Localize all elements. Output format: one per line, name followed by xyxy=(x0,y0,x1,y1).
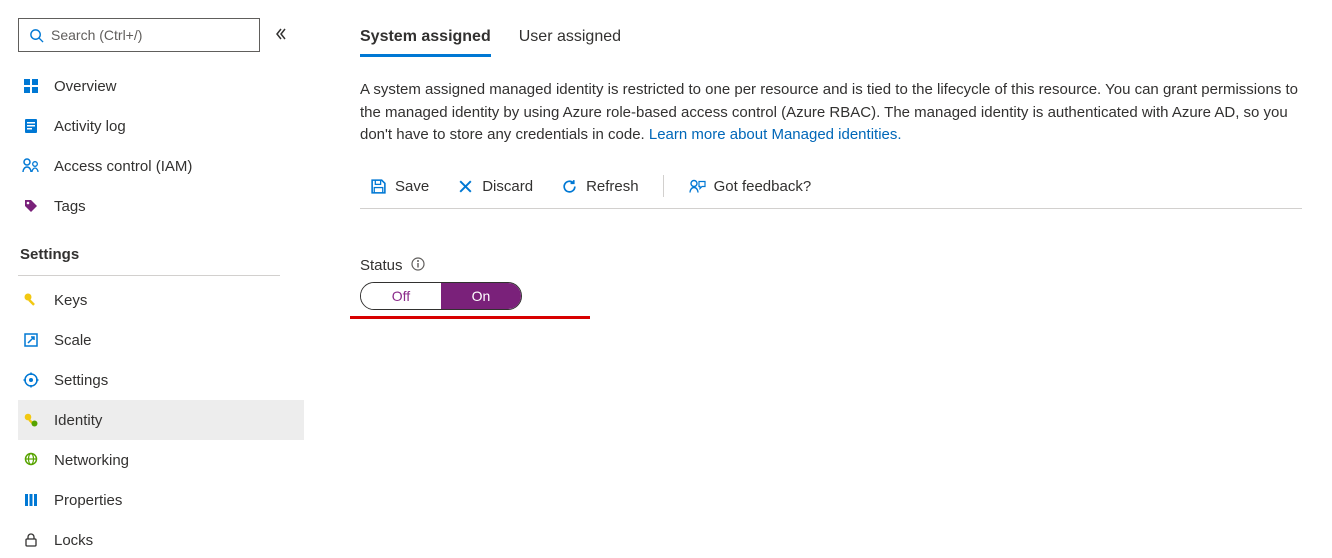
properties-icon xyxy=(22,491,40,509)
nav-list-top: Overview Activity log xyxy=(18,66,304,226)
discard-label: Discard xyxy=(482,178,533,195)
sidebar-top-row xyxy=(18,18,306,52)
feedback-icon xyxy=(688,178,706,195)
activity-log-icon xyxy=(22,117,40,135)
sidebar-item-label: Locks xyxy=(54,532,93,549)
sidebar-item-overview[interactable]: Overview xyxy=(18,66,304,106)
sidebar-item-networking[interactable]: Networking xyxy=(18,440,304,480)
nav-list-settings: Keys Scale xyxy=(18,280,304,558)
search-box[interactable] xyxy=(18,18,260,52)
sidebar-item-label: Scale xyxy=(54,332,92,349)
main-content: System assigned User assigned A system a… xyxy=(306,0,1332,558)
sidebar-item-access-control[interactable]: Access control (IAM) xyxy=(18,146,304,186)
save-icon xyxy=(370,178,387,195)
toolbar-separator xyxy=(663,175,664,197)
status-label-row: Status xyxy=(360,257,1302,274)
collapse-sidebar-button[interactable] xyxy=(274,27,288,44)
overview-icon xyxy=(22,77,40,95)
status-label: Status xyxy=(360,257,403,274)
save-button[interactable]: Save xyxy=(360,172,439,201)
annotation-red-underline xyxy=(350,316,590,319)
sidebar-item-label: Keys xyxy=(54,292,87,309)
toolbar: Save Discard Refresh xyxy=(360,165,1302,209)
sidebar-section-settings: Settings xyxy=(18,226,304,271)
tags-icon xyxy=(22,197,40,215)
scale-icon xyxy=(22,331,40,349)
save-label: Save xyxy=(395,178,429,195)
sidebar-item-label: Overview xyxy=(54,78,117,95)
identity-icon xyxy=(22,411,40,429)
description-text: A system assigned managed identity is re… xyxy=(360,79,1300,147)
tab-user-assigned[interactable]: User assigned xyxy=(519,28,621,57)
sidebar-item-label: Access control (IAM) xyxy=(54,158,192,175)
sidebar-item-scale[interactable]: Scale xyxy=(18,320,304,360)
search-icon xyxy=(27,26,45,44)
gear-icon xyxy=(22,371,40,389)
search-input[interactable] xyxy=(45,27,251,43)
discard-icon xyxy=(457,178,474,195)
sidebar-item-label: Networking xyxy=(54,452,129,469)
sidebar-item-keys[interactable]: Keys xyxy=(18,280,304,320)
sidebar-item-locks[interactable]: Locks xyxy=(18,520,304,558)
info-icon[interactable] xyxy=(411,257,425,274)
discard-button[interactable]: Discard xyxy=(447,172,543,201)
tabs: System assigned User assigned xyxy=(360,28,1302,57)
refresh-icon xyxy=(561,178,578,195)
status-toggle-on[interactable]: On xyxy=(441,283,521,309)
sidebar-item-identity[interactable]: Identity xyxy=(18,400,304,440)
key-icon xyxy=(22,291,40,309)
tab-system-assigned[interactable]: System assigned xyxy=(360,28,491,57)
learn-more-link[interactable]: Learn more about Managed identities. xyxy=(649,126,902,143)
feedback-button[interactable]: Got feedback? xyxy=(678,172,822,201)
sidebar-item-label: Activity log xyxy=(54,118,126,135)
access-control-icon xyxy=(22,157,40,175)
networking-icon xyxy=(22,451,40,469)
status-field: Status Off On xyxy=(360,257,1302,319)
status-toggle-off[interactable]: Off xyxy=(361,283,441,309)
sidebar-scroll[interactable]: Overview Activity log xyxy=(18,66,306,558)
sidebar-item-label: Settings xyxy=(54,372,108,389)
app-root: Overview Activity log xyxy=(0,0,1332,558)
sidebar: Overview Activity log xyxy=(0,0,306,558)
refresh-label: Refresh xyxy=(586,178,639,195)
lock-icon xyxy=(22,531,40,549)
feedback-label: Got feedback? xyxy=(714,178,812,195)
sidebar-item-settings[interactable]: Settings xyxy=(18,360,304,400)
section-divider xyxy=(18,275,280,276)
sidebar-item-tags[interactable]: Tags xyxy=(18,186,304,226)
sidebar-item-label: Properties xyxy=(54,492,122,509)
refresh-button[interactable]: Refresh xyxy=(551,172,649,201)
status-toggle[interactable]: Off On xyxy=(360,282,522,310)
sidebar-item-properties[interactable]: Properties xyxy=(18,480,304,520)
sidebar-item-activity-log[interactable]: Activity log xyxy=(18,106,304,146)
sidebar-item-label: Identity xyxy=(54,412,102,429)
sidebar-item-label: Tags xyxy=(54,198,86,215)
